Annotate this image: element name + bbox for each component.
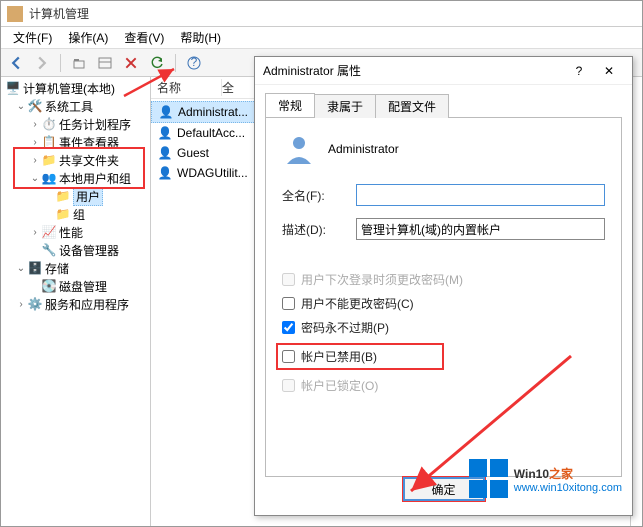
tab-panel-general: Administrator 全名(F): 描述(D): 用户下次登录时须更改密码…: [265, 117, 622, 477]
tree-storage[interactable]: ⌄🗄️存储: [1, 259, 150, 277]
dialog-title: Administrator 属性: [263, 62, 564, 79]
tab-general[interactable]: 常规: [265, 93, 315, 117]
tree-services[interactable]: ›⚙️服务和应用程序: [1, 295, 150, 313]
expand-icon[interactable]: ⌄: [15, 101, 27, 112]
windows-logo-icon: [469, 459, 508, 498]
refresh-button[interactable]: [146, 52, 168, 74]
chk-disabled-row[interactable]: 帐户已禁用(B): [282, 348, 438, 365]
tab-row: 常规 隶属于 配置文件: [265, 93, 622, 117]
user-large-icon: [282, 132, 316, 166]
tools-icon: 🛠️: [27, 98, 43, 114]
close-button[interactable]: ✕: [594, 61, 624, 81]
tree-users[interactable]: 📁用户: [1, 187, 150, 205]
expand-icon[interactable]: ›: [29, 137, 41, 148]
window-title: 计算机管理: [29, 5, 89, 22]
chk-nextlogin: [282, 273, 295, 286]
chk-cantchange-row[interactable]: 用户不能更改密码(C): [282, 295, 605, 312]
task-icon: ⏱️: [41, 116, 57, 132]
watermark: Win10之家 www.win10xitong.com: [469, 459, 622, 498]
menu-bar: 文件(F) 操作(A) 查看(V) 帮助(H): [1, 27, 642, 49]
expand-icon[interactable]: ›: [29, 227, 41, 238]
fullname-label: 全名(F):: [282, 187, 356, 204]
computer-icon: 🖥️: [5, 80, 21, 96]
window-titlebar: 计算机管理: [1, 1, 642, 27]
fullname-input[interactable]: [356, 184, 605, 206]
chk-locked: [282, 379, 295, 392]
tree-task[interactable]: ›⏱️任务计划程序: [1, 115, 150, 133]
tree-devmgr[interactable]: 🔧设备管理器: [1, 241, 150, 259]
device-icon: 🔧: [41, 242, 57, 258]
menu-help[interactable]: 帮助(H): [172, 27, 229, 48]
highlight-tree: [13, 147, 145, 189]
folder-icon: 📁: [55, 188, 71, 204]
app-icon: [7, 6, 23, 22]
menu-action[interactable]: 操作(A): [60, 27, 116, 48]
menu-file[interactable]: 文件(F): [5, 27, 60, 48]
username-label: Administrator: [328, 142, 399, 156]
tab-profile[interactable]: 配置文件: [375, 94, 449, 118]
desc-label: 描述(D):: [282, 221, 356, 238]
tree-systools[interactable]: ⌄🛠️系统工具: [1, 97, 150, 115]
expand-icon[interactable]: ›: [15, 299, 27, 310]
chk-disabled[interactable]: [282, 350, 295, 363]
user-icon: 👤: [158, 104, 174, 120]
dialog-titlebar[interactable]: Administrator 属性 ? ✕: [255, 57, 632, 85]
delete-button[interactable]: [120, 52, 142, 74]
svg-text:?: ?: [191, 56, 198, 69]
help-button[interactable]: ?: [564, 61, 594, 81]
tree-perf[interactable]: ›📈性能: [1, 223, 150, 241]
col-name[interactable]: 名称: [157, 79, 222, 96]
chk-neverexp-row[interactable]: 密码永不过期(P): [282, 319, 605, 336]
tree-groups[interactable]: 📁组: [1, 205, 150, 223]
properties-dialog: Administrator 属性 ? ✕ 常规 隶属于 配置文件 Adminis…: [254, 56, 633, 516]
user-icon: 👤: [157, 145, 173, 161]
help-button[interactable]: ?: [183, 52, 205, 74]
menu-view[interactable]: 查看(V): [116, 27, 172, 48]
up-button[interactable]: [68, 52, 90, 74]
forward-button[interactable]: [31, 52, 53, 74]
user-icon: 👤: [157, 125, 173, 141]
perf-icon: 📈: [41, 224, 57, 240]
desc-input[interactable]: [356, 218, 605, 240]
tree-diskmgr[interactable]: 💽磁盘管理: [1, 277, 150, 295]
expand-icon[interactable]: ›: [29, 119, 41, 130]
chk-nextlogin-row: 用户下次登录时须更改密码(M): [282, 271, 605, 288]
tree-root[interactable]: 🖥️计算机管理(本地): [1, 79, 150, 97]
services-icon: ⚙️: [27, 296, 43, 312]
storage-icon: 🗄️: [27, 260, 43, 276]
disk-icon: 💽: [41, 278, 57, 294]
folder-icon: 📁: [55, 206, 71, 222]
user-icon: 👤: [157, 165, 173, 181]
tab-memberof[interactable]: 隶属于: [314, 94, 376, 118]
toolbar-btn-2[interactable]: [94, 52, 116, 74]
highlight-disabled: 帐户已禁用(B): [276, 343, 444, 370]
back-button[interactable]: [5, 52, 27, 74]
chk-neverexp[interactable]: [282, 321, 295, 334]
chk-cantchange[interactable]: [282, 297, 295, 310]
col-full[interactable]: 全: [222, 79, 234, 96]
tree-pane[interactable]: 🖥️计算机管理(本地) ⌄🛠️系统工具 ›⏱️任务计划程序 ›📋事件查看器 ›📁…: [1, 77, 151, 526]
expand-icon[interactable]: ⌄: [15, 263, 27, 274]
chk-locked-row: 帐户已锁定(O): [282, 377, 605, 394]
